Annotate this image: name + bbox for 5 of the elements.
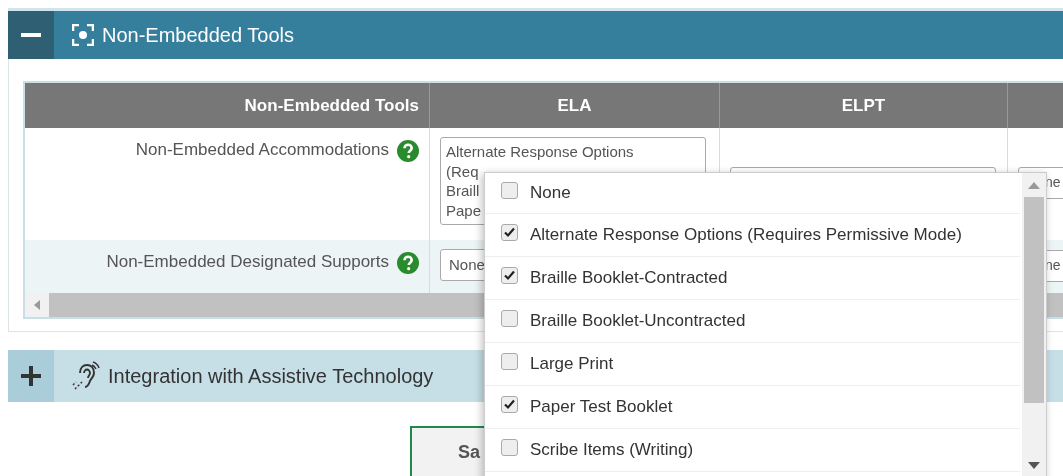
- section-title: Non-Embedded Tools: [102, 23, 294, 47]
- row-label: Non-Embedded Designated Supports: [106, 252, 389, 272]
- column-header: Non-Embedded Tools: [243, 94, 420, 117]
- section-title: Integration with Assistive Technology: [108, 364, 434, 388]
- row-label: Non-Embedded Accommodations: [135, 140, 389, 160]
